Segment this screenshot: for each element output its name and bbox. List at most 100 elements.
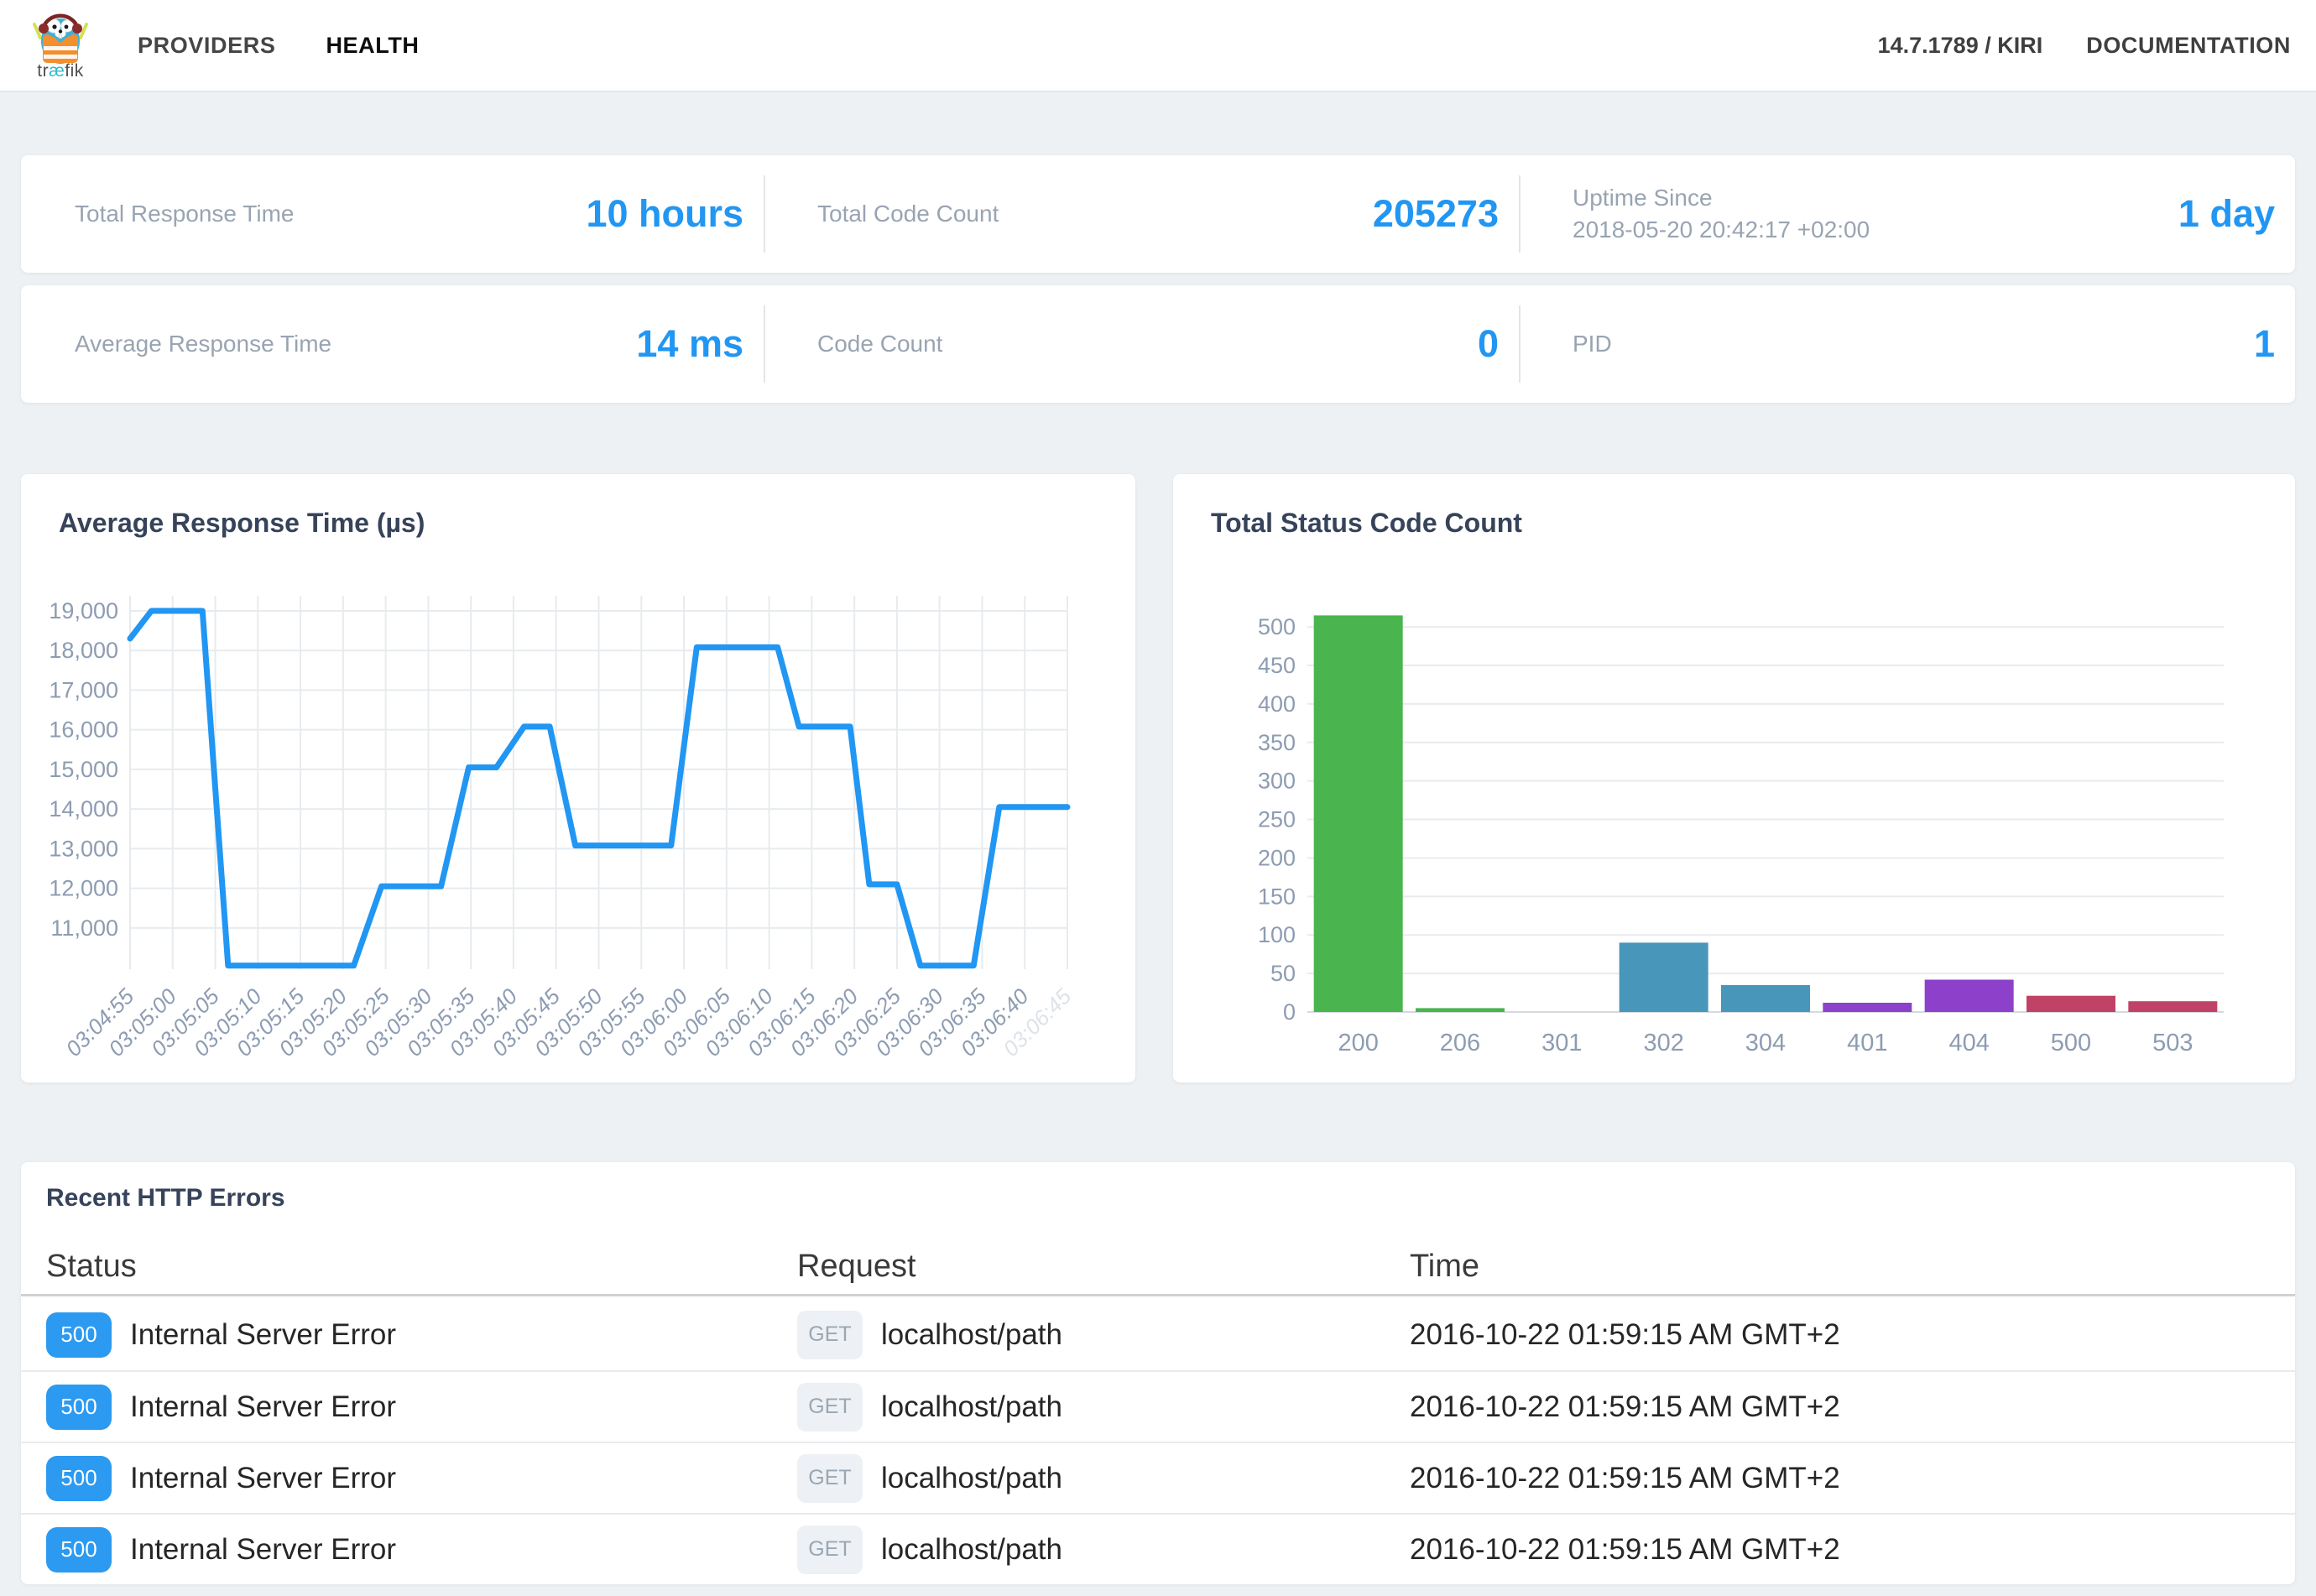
nav-right: 14.7.1789 / KIRI DOCUMENTATION — [1878, 33, 2291, 59]
status-cell: 500 Internal Server Error — [46, 1527, 797, 1573]
stat-value: 0 — [1478, 322, 1499, 366]
request-path: localhost/path — [881, 1390, 1062, 1424]
nav-link-documentation[interactable]: DOCUMENTATION — [2086, 33, 2291, 59]
svg-text:500: 500 — [2051, 1030, 2091, 1056]
traefik-wordmark: træfik — [37, 61, 84, 81]
svg-text:11,000: 11,000 — [50, 915, 118, 941]
stat-label: Total Response Time — [75, 198, 294, 230]
request-path: localhost/path — [881, 1462, 1062, 1495]
stat-section: PID 1 — [1519, 285, 2295, 403]
status-code-badge: 500 — [46, 1312, 112, 1358]
svg-text:18,000: 18,000 — [49, 638, 118, 663]
request-time: 2016-10-22 01:59:15 AM GMT+2 — [1410, 1462, 2295, 1495]
column-header-time: Time — [1410, 1249, 2295, 1285]
stats-card-row-1: Total Response Time 10 hours Total Code … — [21, 155, 2295, 273]
svg-text:304: 304 — [1745, 1030, 1786, 1056]
stat-sublabel: 2018-05-20 20:42:17 +02:00 — [1573, 214, 1870, 246]
svg-text:100: 100 — [1258, 922, 1296, 947]
stat-section: Total Code Count 205273 — [764, 155, 1519, 273]
traefik-gopher-icon — [31, 9, 90, 65]
request-path: localhost/path — [881, 1533, 1062, 1567]
top-navbar: træfik PROVIDERS HEALTH 14.7.1789 / KIRI… — [0, 0, 2316, 92]
status-text: Internal Server Error — [130, 1318, 396, 1352]
stat-label: Average Response Time — [75, 328, 331, 360]
error-table-row: 500 Internal Server Error GET localhost/… — [21, 1370, 2295, 1442]
svg-text:13,000: 13,000 — [49, 836, 118, 861]
svg-text:14,000: 14,000 — [49, 796, 118, 821]
recent-http-errors-card: Recent HTTP Errors Status Request Time 5… — [21, 1162, 2295, 1584]
svg-text:500: 500 — [1258, 614, 1296, 639]
stat-value: 1 day — [2178, 192, 2275, 236]
svg-text:401: 401 — [1847, 1030, 1887, 1056]
svg-text:200: 200 — [1258, 845, 1296, 870]
request-cell: GET localhost/path — [797, 1454, 1410, 1503]
stat-label: Uptime Since — [1573, 182, 1870, 214]
avg-response-time-line-chart: 11,000 12,000 13,000 14,000 15,000 16,000 17,0… — [21, 474, 1135, 1082]
stat-label: PID — [1573, 328, 1612, 360]
error-table-row: 500 Internal Server Error GET localhost/… — [21, 1299, 2295, 1370]
svg-text:302: 302 — [1643, 1030, 1683, 1056]
nav-tab-providers[interactable]: PROVIDERS — [138, 33, 275, 59]
svg-text:404: 404 — [1948, 1030, 1989, 1056]
http-method-badge: GET — [797, 1311, 863, 1359]
request-cell: GET localhost/path — [797, 1526, 1410, 1574]
request-time: 2016-10-22 01:59:15 AM GMT+2 — [1410, 1318, 2295, 1352]
svg-text:300: 300 — [1258, 769, 1296, 794]
status-code-badge: 500 — [46, 1527, 112, 1573]
status-text: Internal Server Error — [130, 1390, 396, 1424]
nav-tab-health[interactable]: HEALTH — [326, 33, 419, 59]
svg-text:301: 301 — [1541, 1030, 1582, 1056]
status-text: Internal Server Error — [130, 1462, 396, 1495]
status-cell: 500 Internal Server Error — [46, 1312, 797, 1358]
http-method-badge: GET — [797, 1383, 863, 1432]
http-method-badge: GET — [797, 1526, 863, 1574]
request-path: localhost/path — [881, 1318, 1062, 1352]
stats-card-row-2: Average Response Time 14 ms Code Count 0… — [21, 285, 2295, 403]
svg-text:400: 400 — [1258, 691, 1296, 717]
status-cell: 500 Internal Server Error — [46, 1456, 797, 1501]
request-time: 2016-10-22 01:59:15 AM GMT+2 — [1410, 1533, 2295, 1567]
errors-table-title: Recent HTTP Errors — [46, 1184, 285, 1213]
nav-links: PROVIDERS HEALTH — [138, 33, 420, 59]
avg-response-time-chart-card: Average Response Time (µs) 11,00012,0001… — [21, 474, 1135, 1082]
error-table-row: 500 Internal Server Error GET localhost/… — [21, 1513, 2295, 1584]
svg-text:200: 200 — [1338, 1030, 1378, 1056]
svg-text:206: 206 — [1440, 1030, 1480, 1056]
status-code-bar-chart: 0 50 100 150 200 250 300 350 400 450 500 200 206 301 3… — [1173, 474, 2295, 1082]
column-header-request: Request — [797, 1249, 1410, 1285]
svg-text:16,000: 16,000 — [49, 717, 118, 743]
version-label: 14.7.1789 / KIRI — [1878, 33, 2043, 59]
error-table-row: 500 Internal Server Error GET localhost/… — [21, 1442, 2295, 1513]
column-header-status: Status — [46, 1249, 797, 1285]
stat-value: 205273 — [1373, 192, 1499, 236]
stat-section: Total Response Time 10 hours — [21, 155, 764, 273]
stat-value: 1 — [2254, 322, 2275, 366]
svg-text:50: 50 — [1270, 961, 1296, 986]
request-cell: GET localhost/path — [797, 1311, 1410, 1359]
stat-label: Code Count — [817, 328, 942, 360]
stat-value: 14 ms — [636, 322, 743, 366]
stat-section: Uptime Since 2018-05-20 20:42:17 +02:00 … — [1519, 155, 2295, 273]
status-code-badge: 500 — [46, 1456, 112, 1501]
errors-table-header: Status Request Time — [21, 1239, 2295, 1296]
status-code-chart-card: Total Status Code Count 0501001502002503… — [1173, 474, 2295, 1082]
stat-section: Code Count 0 — [764, 285, 1519, 403]
svg-text:12,000: 12,000 — [49, 876, 118, 901]
status-code-badge: 500 — [46, 1385, 112, 1430]
svg-text:19,000: 19,000 — [49, 598, 118, 623]
svg-text:503: 503 — [2152, 1030, 2193, 1056]
status-cell: 500 Internal Server Error — [46, 1385, 797, 1430]
svg-text:450: 450 — [1258, 653, 1296, 678]
status-text: Internal Server Error — [130, 1533, 396, 1567]
svg-text:0: 0 — [1283, 999, 1296, 1025]
traefik-logo: træfik — [18, 9, 102, 81]
stat-value: 10 hours — [586, 192, 743, 236]
request-time: 2016-10-22 01:59:15 AM GMT+2 — [1410, 1390, 2295, 1424]
request-cell: GET localhost/path — [797, 1383, 1410, 1432]
svg-text:15,000: 15,000 — [49, 757, 118, 782]
svg-text:17,000: 17,000 — [49, 677, 118, 702]
http-method-badge: GET — [797, 1454, 863, 1503]
svg-text:350: 350 — [1258, 730, 1296, 755]
svg-text:150: 150 — [1258, 884, 1296, 909]
svg-text:250: 250 — [1258, 807, 1296, 832]
